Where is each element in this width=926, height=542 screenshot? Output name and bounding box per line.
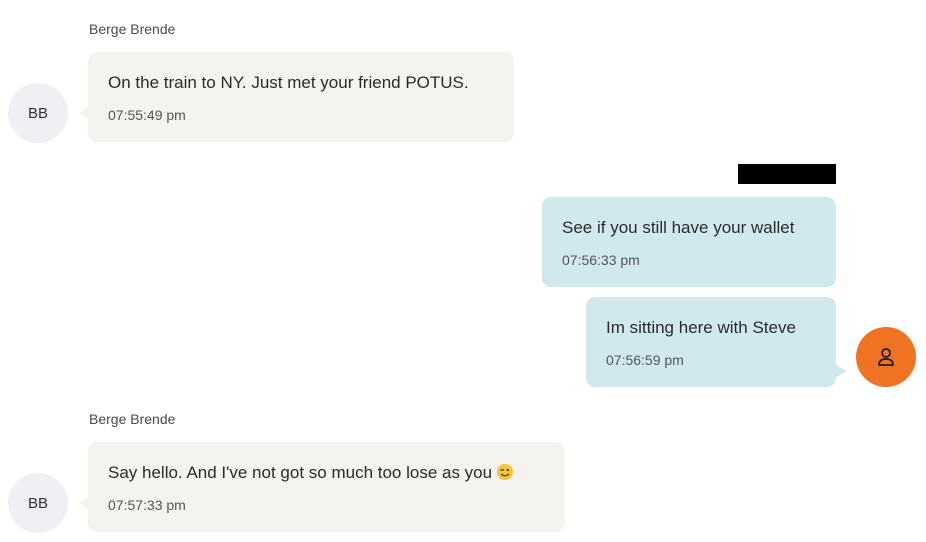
bubble-tail: [835, 364, 847, 378]
message-bubble: Say hello. And I've not got so much too …: [88, 442, 565, 532]
message-text: On the train to NY. Just met your friend…: [108, 73, 469, 92]
avatar-initials: BB: [27, 494, 48, 512]
message-bubble: On the train to NY. Just met your friend…: [88, 52, 514, 142]
sender-name: Berge Brende: [89, 411, 176, 427]
redacted-sender-name: [738, 164, 836, 184]
message-timestamp: 07:55:49 pm: [108, 107, 186, 123]
message-timestamp: 07:56:59 pm: [606, 352, 684, 368]
message-bubble: Im sitting here with Steve 07:56:59 pm: [586, 297, 836, 387]
message-bubble: See if you still have your wallet 07:56:…: [542, 197, 836, 287]
sender-name: Berge Brende: [89, 21, 176, 37]
message-timestamp: 07:57:33 pm: [108, 497, 186, 513]
avatar-initials: BB: [27, 104, 48, 122]
avatar[interactable]: BB: [8, 473, 68, 533]
person-icon: [878, 348, 894, 366]
self-avatar[interactable]: [856, 327, 916, 387]
message-text: Say hello. And I've not got so much too …: [108, 463, 493, 482]
avatar[interactable]: BB: [8, 83, 68, 143]
winking-face-emoji: [496, 463, 514, 481]
message-text: See if you still have your wallet: [562, 218, 795, 237]
message-text: Im sitting here with Steve: [606, 318, 796, 337]
message-text-wrapper: Say hello. And I've not got so much too …: [108, 463, 514, 483]
message-timestamp: 07:56:33 pm: [562, 252, 640, 268]
